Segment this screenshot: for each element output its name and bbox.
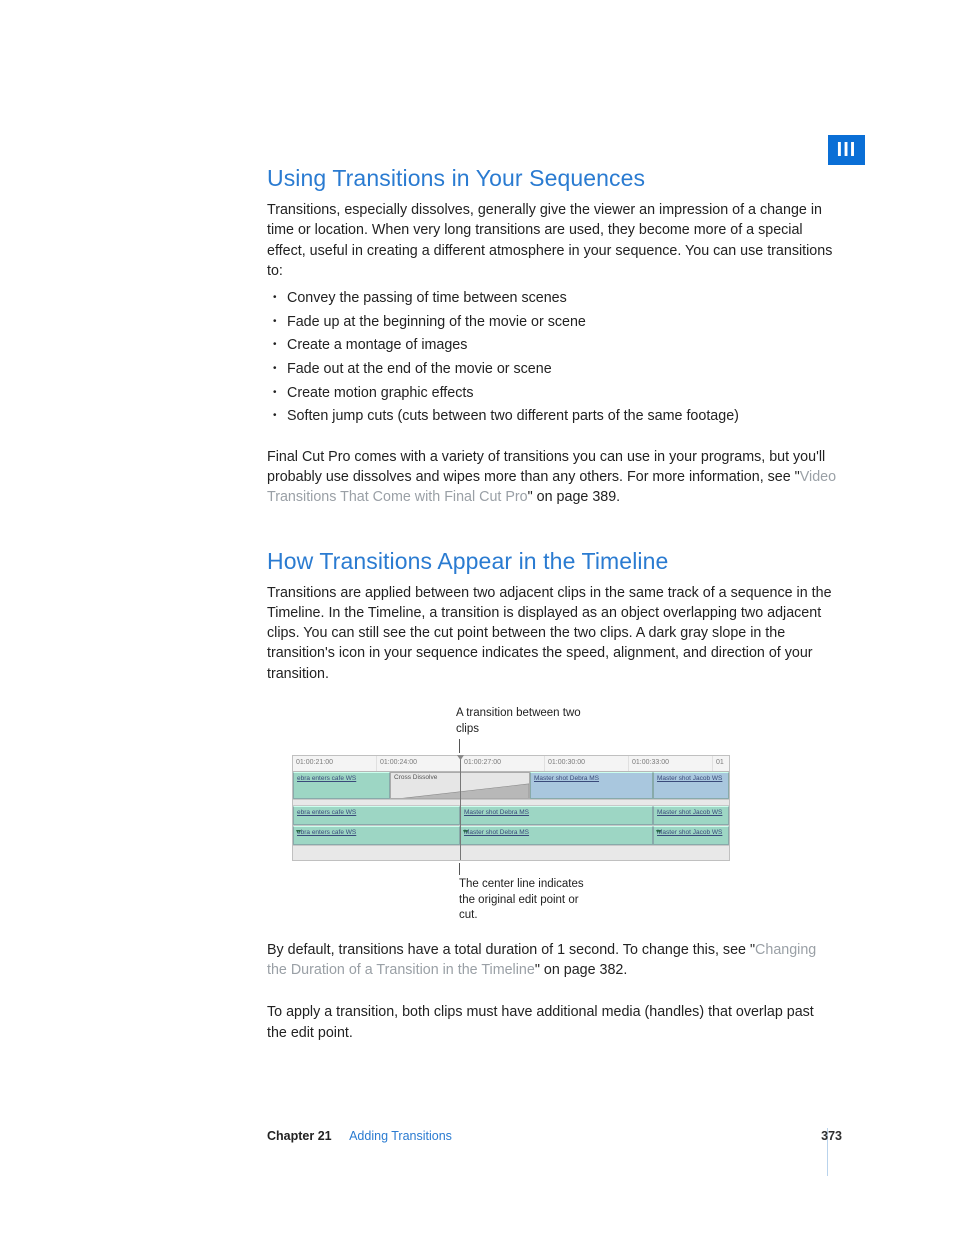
list-item: Convey the passing of time between scene… bbox=[269, 287, 837, 311]
clip-b-a1: Master shot Debra MS bbox=[460, 806, 653, 825]
audio-track-2: ▾▾ ebra enters cafe WS ▾▾ Master shot De… bbox=[293, 826, 729, 846]
tick: 01:00:27:00 bbox=[461, 756, 545, 771]
clip-label: ebra enters cafe WS bbox=[297, 809, 356, 816]
tick: 01:00:33:00 bbox=[629, 756, 713, 771]
heading-using-transitions: Using Transitions in Your Sequences bbox=[267, 165, 837, 192]
heading-how-transitions-appear: How Transitions Appear in the Timeline bbox=[267, 548, 837, 575]
chapter-title: Adding Transitions bbox=[349, 1129, 452, 1143]
clip-label: ebra enters cafe WS bbox=[297, 829, 356, 836]
page-number: 373 bbox=[821, 1129, 842, 1143]
clip-label: Master shot Debra MS bbox=[534, 775, 599, 782]
list-item: Create motion graphic effects bbox=[269, 382, 837, 406]
stereo-marks-icon: ▾▾ bbox=[656, 828, 660, 835]
timeline-figure: A transition between two clips 01:00:21:… bbox=[292, 706, 837, 924]
handles-paragraph: To apply a transition, both clips must h… bbox=[267, 1002, 837, 1043]
page-footer: Chapter 21 Adding Transitions 373 bbox=[267, 1129, 842, 1143]
text: " on page 382. bbox=[535, 962, 628, 978]
clip-b-v1: Master shot Debra MS bbox=[530, 772, 653, 799]
callout-rule bbox=[459, 863, 460, 875]
appearance-paragraph: Transitions are applied between two adja… bbox=[267, 583, 837, 684]
clip-c-a2: ▾▾ Master shot Jacob WS bbox=[653, 826, 729, 845]
callout-rule bbox=[459, 739, 460, 753]
stereo-marks-icon: ▾▾ bbox=[296, 828, 300, 835]
clip-a-a1: ebra enters cafe WS bbox=[293, 806, 460, 825]
clip-b-a2: ▾▾ Master shot Debra MS bbox=[460, 826, 653, 845]
video-track-1: ebra enters cafe WS Cross Dissolve Maste… bbox=[293, 772, 729, 800]
clip-label: ebra enters cafe WS bbox=[297, 775, 356, 782]
duration-paragraph: By default, transitions have a total dur… bbox=[267, 940, 837, 981]
text: By default, transitions have a total dur… bbox=[267, 942, 755, 958]
tick: 01:00:30:00 bbox=[545, 756, 629, 771]
chapter-number: Chapter 21 bbox=[267, 1129, 332, 1143]
stereo-marks-icon: ▾▾ bbox=[463, 828, 467, 835]
track-gap bbox=[293, 846, 729, 860]
clip-label: Master shot Jacob WS bbox=[657, 809, 722, 816]
intro-paragraph: Transitions, especially dissolves, gener… bbox=[267, 200, 837, 281]
clip-c-a1: Master shot Jacob WS bbox=[653, 806, 729, 825]
variety-paragraph: Final Cut Pro comes with a variety of tr… bbox=[267, 447, 837, 508]
list-item: Fade up at the beginning of the movie or… bbox=[269, 311, 837, 335]
uses-list: Convey the passing of time between scene… bbox=[269, 287, 837, 428]
clip-label: Master shot Jacob WS bbox=[657, 829, 722, 836]
section-tab: III bbox=[828, 135, 865, 165]
callout-top: A transition between two clips bbox=[456, 706, 596, 737]
clip-a-v1: ebra enters cafe WS bbox=[293, 772, 390, 799]
list-item: Soften jump cuts (cuts between two diffe… bbox=[269, 405, 837, 429]
clip-c-v1: Master shot Jacob WS bbox=[653, 772, 729, 799]
timeline: 01:00:21:00 01:00:24:00 01:00:27:00 01:0… bbox=[292, 755, 730, 861]
list-item: Fade out at the end of the movie or scen… bbox=[269, 358, 837, 382]
tick: 01:00:21:00 bbox=[293, 756, 377, 771]
text: Final Cut Pro comes with a variety of tr… bbox=[267, 449, 825, 485]
text: " on page 389. bbox=[528, 489, 621, 505]
clip-label: Master shot Debra MS bbox=[464, 809, 529, 816]
page-content: Using Transitions in Your Sequences Tran… bbox=[267, 165, 837, 1047]
list-item: Create a montage of images bbox=[269, 334, 837, 358]
clip-label: Master shot Debra MS bbox=[464, 829, 529, 836]
playhead bbox=[460, 756, 461, 860]
time-ruler: 01:00:21:00 01:00:24:00 01:00:27:00 01:0… bbox=[293, 756, 729, 772]
tick: 01 bbox=[713, 756, 729, 771]
clip-a-a2: ▾▾ ebra enters cafe WS bbox=[293, 826, 460, 845]
tick: 01:00:24:00 bbox=[377, 756, 461, 771]
clip-label: Master shot Jacob WS bbox=[657, 775, 722, 782]
audio-track-1: ebra enters cafe WS Master shot Debra MS… bbox=[293, 806, 729, 826]
callout-bottom: The center line indicates the original e… bbox=[459, 877, 599, 924]
